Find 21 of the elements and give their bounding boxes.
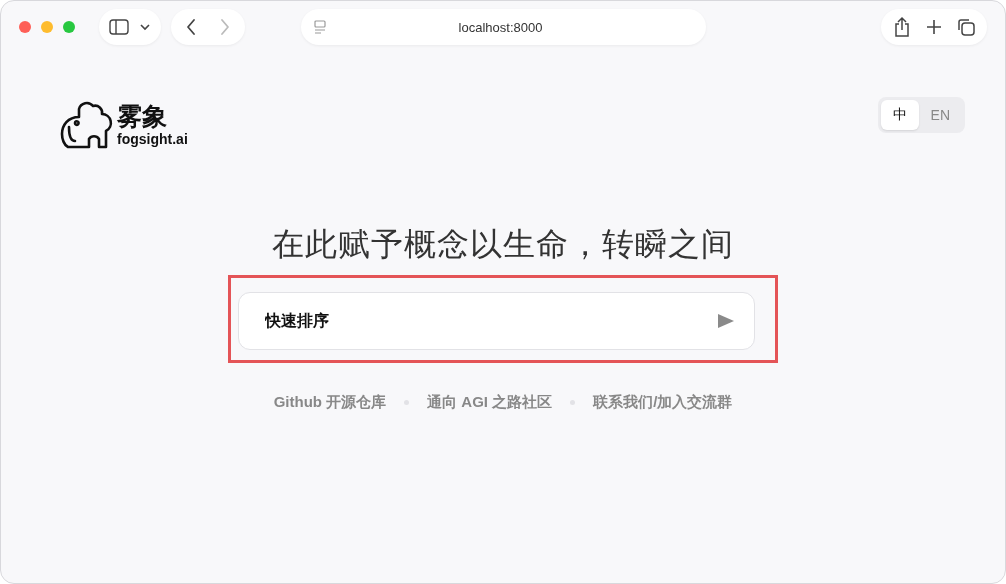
footer-link[interactable]: Github 开源仓库: [273, 393, 387, 412]
page-icon: [313, 20, 327, 34]
plus-icon: [925, 18, 943, 36]
send-icon: [718, 314, 734, 328]
address-text: localhost:8000: [457, 19, 544, 35]
chevron-down-icon: [139, 23, 151, 31]
copy-icon: [956, 17, 976, 37]
address-bar[interactable]: localhost:8000: [301, 9, 706, 45]
sidebar-control[interactable]: [99, 9, 161, 45]
language-tab[interactable]: 中: [880, 100, 919, 130]
share-icon: [893, 16, 911, 38]
logo-domain: fogsight.ai: [117, 131, 188, 147]
prompt-field[interactable]: 快速排序: [238, 292, 755, 350]
language-tab[interactable]: EN: [918, 100, 962, 130]
sidebar-icon: [109, 19, 129, 35]
footer-link[interactable]: 通向 AGI 之路社区: [427, 393, 553, 412]
headline: 在此赋予概念以生命，转瞬之间: [272, 225, 734, 264]
tabs-button[interactable]: [955, 16, 977, 38]
close-button[interactable]: [19, 21, 31, 33]
logo-name: 雾象: [117, 101, 168, 131]
footer-link[interactable]: 联系我们/加入交流群: [593, 393, 733, 412]
